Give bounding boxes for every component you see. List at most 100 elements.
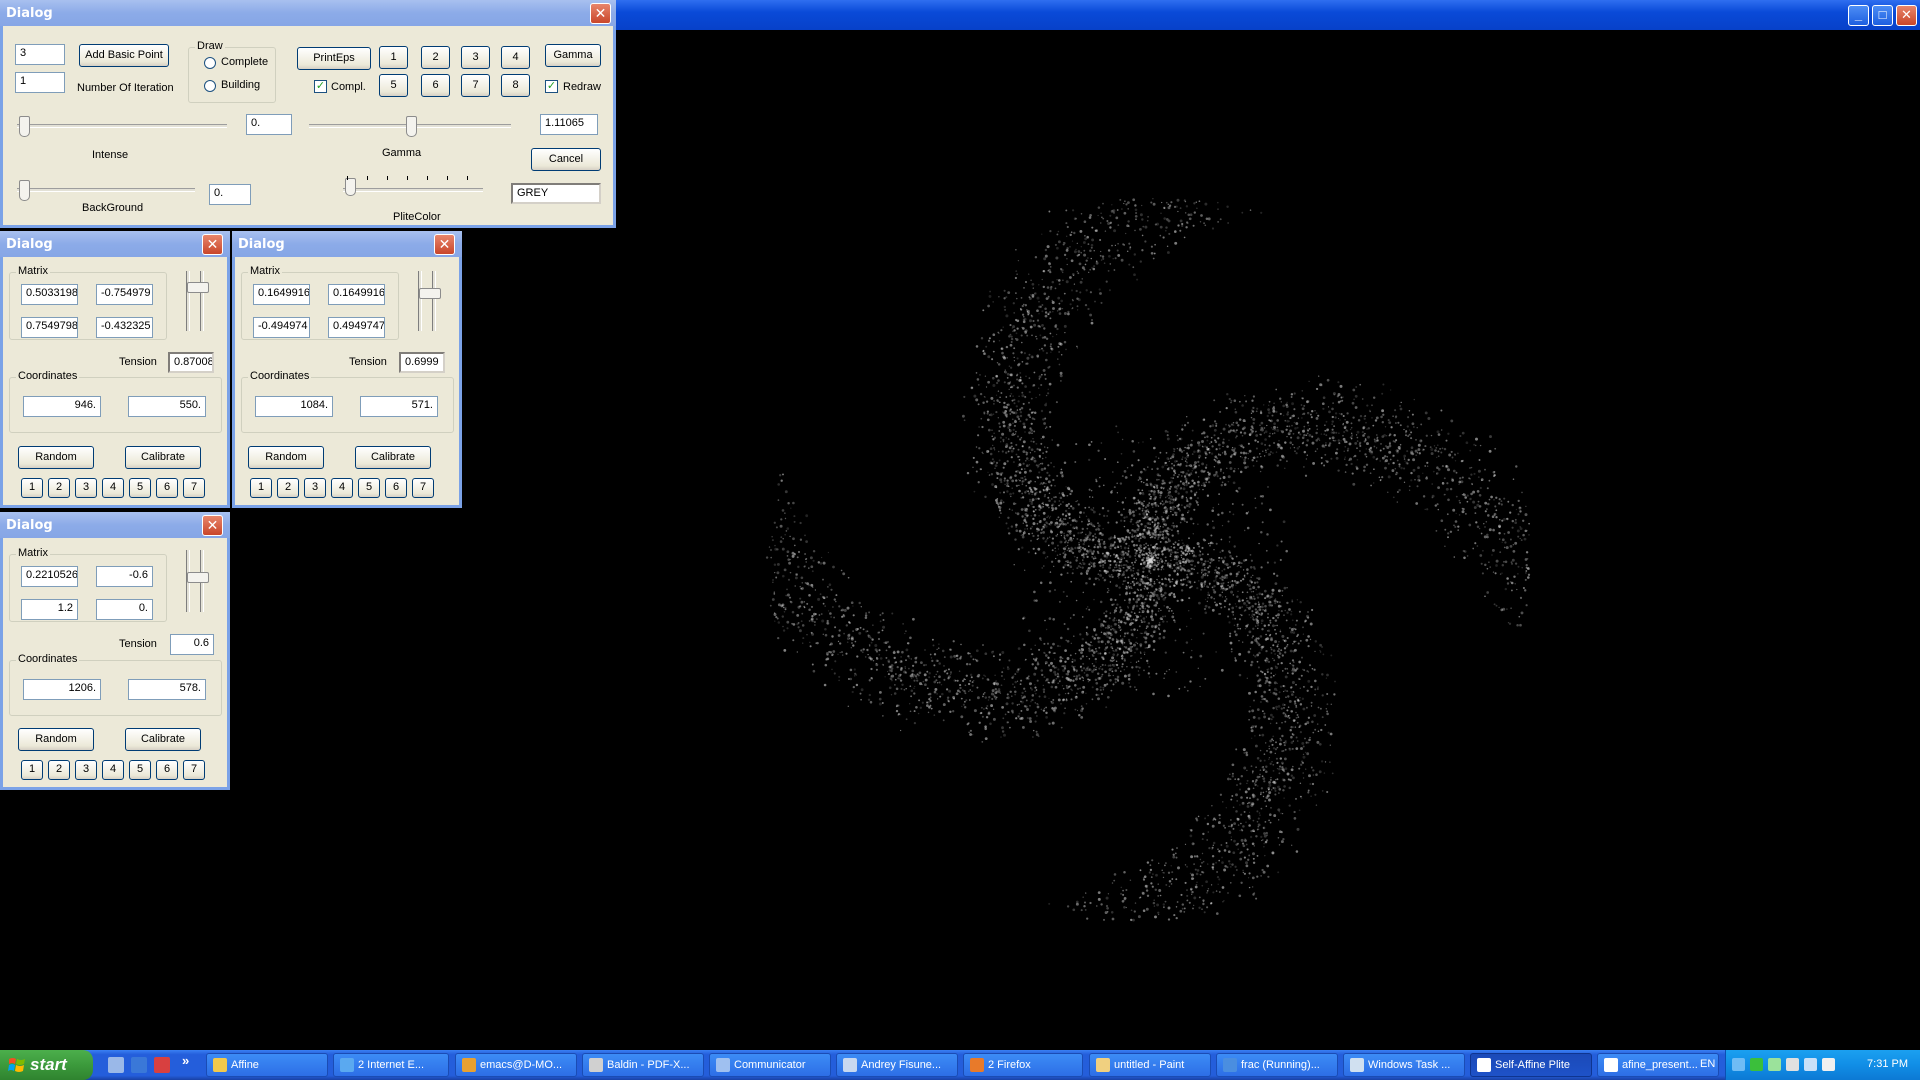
fractal-point (990, 396, 994, 400)
fractal-point (1141, 891, 1145, 895)
fractal-point (1185, 472, 1189, 476)
fractal-point (1063, 665, 1067, 668)
fractal-point (1054, 658, 1056, 660)
fractal-point (1192, 554, 1196, 558)
fractal-point (1009, 395, 1012, 397)
fractal-point (1266, 864, 1270, 868)
fractal-point (1113, 873, 1117, 876)
fractal-point (1043, 485, 1046, 488)
fractal-point (1248, 630, 1252, 634)
fractal-point (1158, 621, 1161, 624)
fractal-point (1196, 542, 1200, 546)
fractal-point (1094, 536, 1097, 539)
fractal-point (1067, 678, 1070, 682)
fractal-point (1066, 686, 1069, 690)
fractal-point (1268, 745, 1270, 747)
fractal-point (1107, 269, 1110, 272)
fractal-point (1038, 348, 1041, 351)
fractal-point (1135, 594, 1139, 598)
fractal-point (1076, 297, 1079, 300)
fractal-point (1252, 787, 1255, 790)
fractal-point (874, 644, 878, 647)
fractal-point (1159, 894, 1162, 897)
fractal-point (1045, 450, 1048, 453)
fractal-point (1208, 558, 1212, 561)
fractal-point (1127, 605, 1129, 608)
fractal-point (1207, 480, 1211, 484)
fractal-point (1142, 528, 1146, 532)
fractal-point (1301, 436, 1305, 440)
fractal-point (1059, 553, 1061, 556)
fractal-point (1251, 780, 1255, 783)
fractal-point (1102, 202, 1104, 205)
fractal-point (1180, 893, 1183, 896)
fractal-point (1140, 502, 1144, 506)
fractal-point (1184, 578, 1187, 581)
minimize-button[interactable]: _ (1848, 5, 1869, 26)
fractal-point (1445, 464, 1448, 468)
fractal-point (1328, 437, 1331, 440)
fractal-point (840, 569, 843, 572)
fractal-point (1059, 540, 1063, 544)
fractal-point (1227, 777, 1230, 781)
fractal-point (1366, 404, 1369, 407)
fractal-point (1008, 508, 1011, 511)
fractal-point (1041, 501, 1045, 505)
fractal-point (1157, 610, 1160, 612)
fractal-point (1223, 849, 1227, 852)
fractal-point (1226, 205, 1229, 208)
fractal-point (1435, 529, 1438, 532)
fractal-point (1300, 760, 1304, 763)
fractal-point (1286, 435, 1288, 438)
fractal-point (1146, 884, 1149, 887)
fractal-point (990, 692, 994, 696)
fractal-point (1243, 856, 1246, 859)
fractal-point (1304, 751, 1307, 754)
close-button[interactable]: ✕ (1896, 5, 1917, 26)
fractal-point (1207, 814, 1209, 817)
fractal-point (1176, 434, 1179, 437)
fractal-point (1048, 681, 1051, 684)
fractal-point (1021, 445, 1024, 448)
fractal-point (891, 612, 894, 615)
fractal-point (1047, 656, 1050, 659)
fractal-point (1241, 829, 1244, 832)
fractal-point (1248, 886, 1251, 889)
fractal-point (1256, 820, 1259, 823)
maximize-button[interactable]: □ (1872, 5, 1893, 26)
fractal-point (1299, 724, 1302, 727)
fractal-point (1247, 858, 1250, 861)
fractal-point (1240, 562, 1243, 564)
fractal-point (870, 637, 872, 639)
fractal-point (1100, 675, 1103, 678)
fractal-point (1307, 742, 1310, 744)
fractal-point (1102, 564, 1105, 567)
fractal-point (1231, 772, 1234, 775)
fractal-point (1022, 522, 1024, 524)
fractal-point (1261, 710, 1264, 713)
fractal-point (852, 630, 854, 632)
fractal-point (1028, 675, 1030, 677)
fractal-point (1228, 603, 1231, 606)
fractal-point (811, 615, 814, 618)
fractal-point (1091, 238, 1095, 242)
fractal-point (1231, 446, 1234, 449)
fractal-point (1280, 707, 1283, 710)
fractal-point (1486, 535, 1489, 539)
fractal-point (1250, 729, 1254, 733)
fractal-point (1217, 201, 1219, 204)
fractal-point (1499, 573, 1502, 575)
fractal-point (1036, 538, 1039, 541)
fractal-point (1528, 534, 1530, 536)
fractal-point (1307, 616, 1310, 619)
fractal-point (1093, 265, 1096, 268)
fractal-point (805, 561, 807, 563)
fractal-point (1082, 559, 1084, 561)
fractal-point (1080, 212, 1083, 215)
fractal-point (1103, 632, 1106, 635)
fractal-point (868, 679, 871, 682)
fractal-point (1100, 665, 1102, 668)
fractal-point (1230, 798, 1233, 801)
fractal-point (1033, 411, 1037, 415)
fractal-point (1026, 309, 1028, 311)
